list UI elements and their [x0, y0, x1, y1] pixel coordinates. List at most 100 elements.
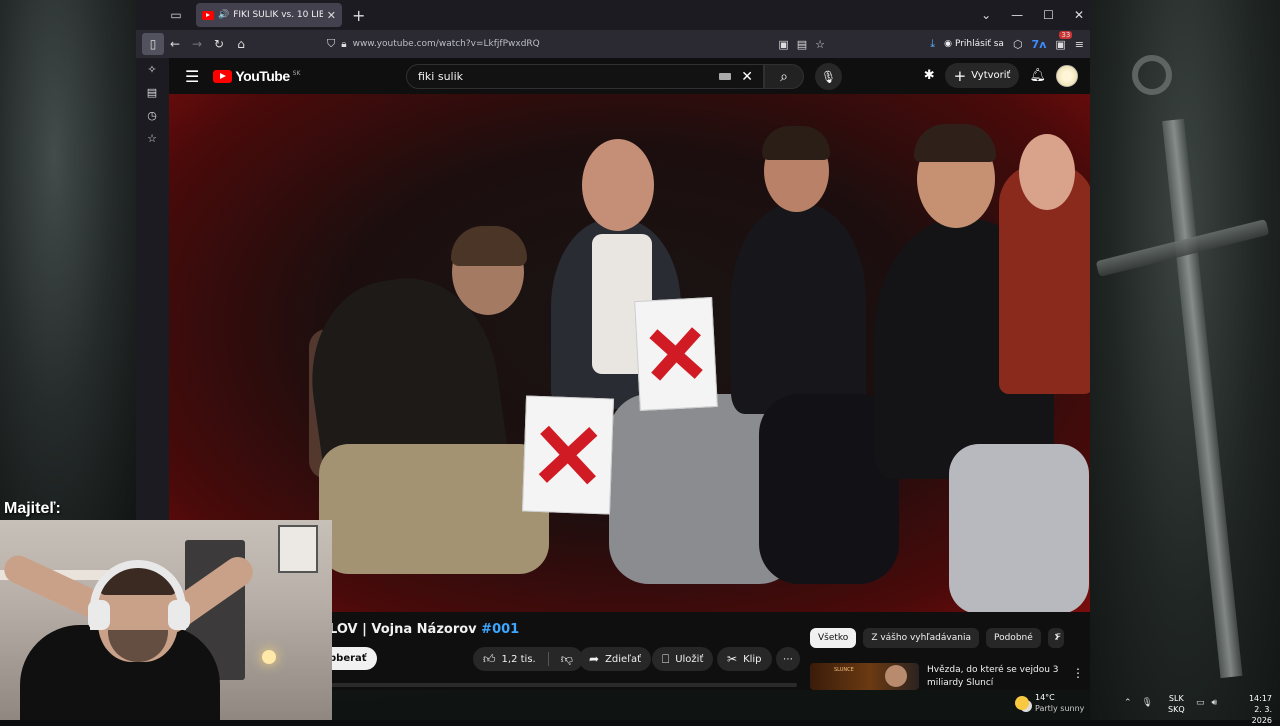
- home-icon[interactable]: ⌂: [230, 33, 252, 55]
- plus-icon: +: [953, 66, 967, 85]
- maximize-icon[interactable]: ☐: [1043, 8, 1054, 22]
- chip-all[interactable]: Všetko: [810, 628, 857, 648]
- system-tray-right: ▭ 🔊︎: [1196, 698, 1217, 708]
- header-right: ✱ + Vytvoriť 🔔︎: [924, 63, 1078, 88]
- related-chips: Všetko Z vášho vyhľadávania Podobné F: [810, 628, 1064, 648]
- more-vertical-icon[interactable]: ⋮: [1072, 666, 1084, 680]
- addon-icon[interactable]: ▣ 33: [1055, 30, 1073, 51]
- download-icon[interactable]: ⤓: [930, 37, 935, 51]
- guide-menu-icon[interactable]: ☰: [185, 67, 199, 86]
- menu-icon[interactable]: ≡: [1075, 38, 1084, 51]
- youtube-play-icon: [213, 69, 233, 83]
- save-button[interactable]: ⎕ Uložiť: [652, 647, 714, 671]
- language-indicator[interactable]: SLK SKQ: [1168, 693, 1185, 715]
- logo-text: YouTube: [235, 68, 290, 84]
- clip-button[interactable]: ✂ Klip: [717, 647, 772, 671]
- signin-button[interactable]: ◉ Prihlásiť sa: [944, 39, 1004, 49]
- tab-youtube[interactable]: 🔊 FIKI SULÍK vs. 10 LIBERÁLOV ✕: [196, 3, 342, 27]
- translate-icon[interactable]: 7ʌ: [1032, 38, 1047, 51]
- chip-related[interactable]: Podobné: [985, 628, 1041, 648]
- system-tray: ⌃ 🎙︎: [1124, 698, 1153, 708]
- shield-icon[interactable]: ⛉: [327, 37, 335, 51]
- url-text[interactable]: www.youtube.com/watch?v=LkfjfPwxdRQ: [353, 39, 773, 49]
- studio-icon[interactable]: ✱: [924, 68, 935, 83]
- chevron-right-icon[interactable]: ›: [1054, 629, 1060, 645]
- minimize-icon[interactable]: —: [1011, 8, 1023, 22]
- sidebar-toggle-icon[interactable]: ▯: [142, 33, 164, 55]
- lang-top: SLK: [1168, 694, 1184, 703]
- bookmarks-icon[interactable]: ☆: [136, 127, 168, 150]
- search-button[interactable]: ⌕: [764, 64, 804, 89]
- description-strip: [327, 683, 797, 687]
- clear-search-icon[interactable]: ✕: [741, 69, 753, 85]
- weather-widget[interactable]: 14°C Partly sunny: [1015, 692, 1084, 714]
- red-x-card-right: [634, 297, 718, 411]
- more-actions-button[interactable]: ⋯: [776, 647, 800, 671]
- toolbar-right: ⤓ ◉ Prihlásiť sa ⬡ 7ʌ ▣ 33 ≡: [930, 30, 1084, 55]
- chip-from-search[interactable]: Z vášho vyhľadávania: [863, 628, 979, 648]
- person-4-hair: [914, 124, 996, 162]
- save-label: Uložiť: [675, 653, 704, 665]
- mic-icon[interactable]: 🎙︎: [815, 63, 842, 90]
- volume-icon[interactable]: 🔊︎: [1212, 698, 1218, 708]
- clock[interactable]: 14:17 2. 3. 2026: [1232, 693, 1272, 726]
- clock-time: 14:17: [1248, 694, 1272, 703]
- lock-icon[interactable]: 🔒︎: [341, 39, 346, 50]
- sword-pommel: [1132, 55, 1172, 95]
- bookmark-star-icon[interactable]: ☆: [815, 38, 825, 51]
- reader-icon[interactable]: ▤: [797, 38, 807, 51]
- new-tab-icon[interactable]: +: [352, 6, 365, 25]
- clock-date: 2. 3. 2026: [1251, 705, 1272, 725]
- forward-icon[interactable]: →: [186, 33, 208, 55]
- create-button[interactable]: + Vytvoriť: [944, 63, 1020, 88]
- tab-title: FIKI SULÍK vs. 10 LIBERÁLOV: [233, 10, 323, 20]
- back-icon[interactable]: ←: [164, 33, 186, 55]
- chevron-down-icon[interactable]: ⌄: [981, 8, 991, 22]
- weather-desc: Partly sunny: [1035, 704, 1085, 713]
- nav-bar: ▯ ← → ↻ ⌂ ⛉ 🔒︎ www.youtube.com/watch?v=L…: [136, 30, 1090, 58]
- headphone-cup-right: [168, 600, 190, 630]
- synced-tabs-icon[interactable]: ▤: [136, 81, 168, 104]
- like-count[interactable]: 1,2 tis.: [502, 654, 536, 665]
- network-icon[interactable]: ▭: [1196, 698, 1205, 708]
- webcam-lamp: [262, 650, 276, 664]
- share-button[interactable]: ➦ Zdieľať: [579, 647, 651, 671]
- history-icon[interactable]: ◷: [136, 104, 168, 127]
- like-dislike-group: 👍︎ 1,2 tis. 👎︎: [473, 647, 583, 671]
- chevron-up-icon[interactable]: ⌃: [1124, 698, 1132, 708]
- tab-close-icon[interactable]: ✕: [327, 9, 336, 22]
- extensions-icon[interactable]: ⬡: [1013, 38, 1023, 51]
- tab-overview-icon[interactable]: ▭: [164, 3, 188, 27]
- red-x-card-left: [522, 395, 614, 515]
- ai-sparkle-icon[interactable]: ✧: [136, 58, 168, 81]
- recommendation-thumbnail[interactable]: SLUNCE: [810, 663, 919, 690]
- addon-badge: 33: [1059, 30, 1073, 39]
- scissors-icon: ✂: [727, 652, 738, 666]
- partly-sunny-icon: [1015, 696, 1029, 710]
- thumbs-down-icon[interactable]: 👎︎: [561, 652, 573, 667]
- thumbs-up-icon[interactable]: 👍︎: [483, 652, 496, 667]
- avatar[interactable]: [1056, 64, 1078, 87]
- yt-header: ☰ YouTube SK fiki sulik ✕ ⌕ 🎙︎ ✱ + Vytvo…: [169, 58, 1090, 94]
- divider: [547, 652, 549, 666]
- url-bar[interactable]: ⛉ 🔒︎ www.youtube.com/watch?v=LkfjfPwxdRQ…: [321, 33, 831, 55]
- signin-label: Prihlásiť sa: [954, 39, 1004, 49]
- recommendation-title[interactable]: Hvězda, do které se vejdou 3 miliardy Sl…: [927, 664, 1067, 690]
- weather-temp: 14°C: [1035, 693, 1055, 702]
- media-icon[interactable]: ▣: [778, 38, 788, 51]
- person-4-legs: [949, 444, 1089, 612]
- reload-icon[interactable]: ↻: [208, 33, 230, 55]
- mic-tray-icon[interactable]: 🎙︎: [1142, 698, 1153, 708]
- search-box[interactable]: fiki sulik ✕: [406, 64, 764, 89]
- taskbar: 14°C Partly sunny ⌃ 🎙︎ SLK SKQ ▭ 🔊︎ 14:1…: [0, 690, 1280, 725]
- keyboard-icon[interactable]: [719, 73, 732, 80]
- person-3: [731, 204, 866, 414]
- search-input[interactable]: fiki sulik: [418, 70, 719, 83]
- youtube-logo[interactable]: YouTube SK: [213, 68, 300, 84]
- video-title-text: LOV | Vojna Názorov: [329, 622, 482, 637]
- notifications-bell-icon[interactable]: 🔔︎: [1029, 68, 1046, 83]
- close-window-icon[interactable]: ✕: [1074, 8, 1084, 22]
- audio-playing-icon[interactable]: 🔊: [218, 10, 229, 20]
- video-hashtag[interactable]: #001: [481, 622, 519, 637]
- share-label: Zdieľať: [605, 653, 641, 665]
